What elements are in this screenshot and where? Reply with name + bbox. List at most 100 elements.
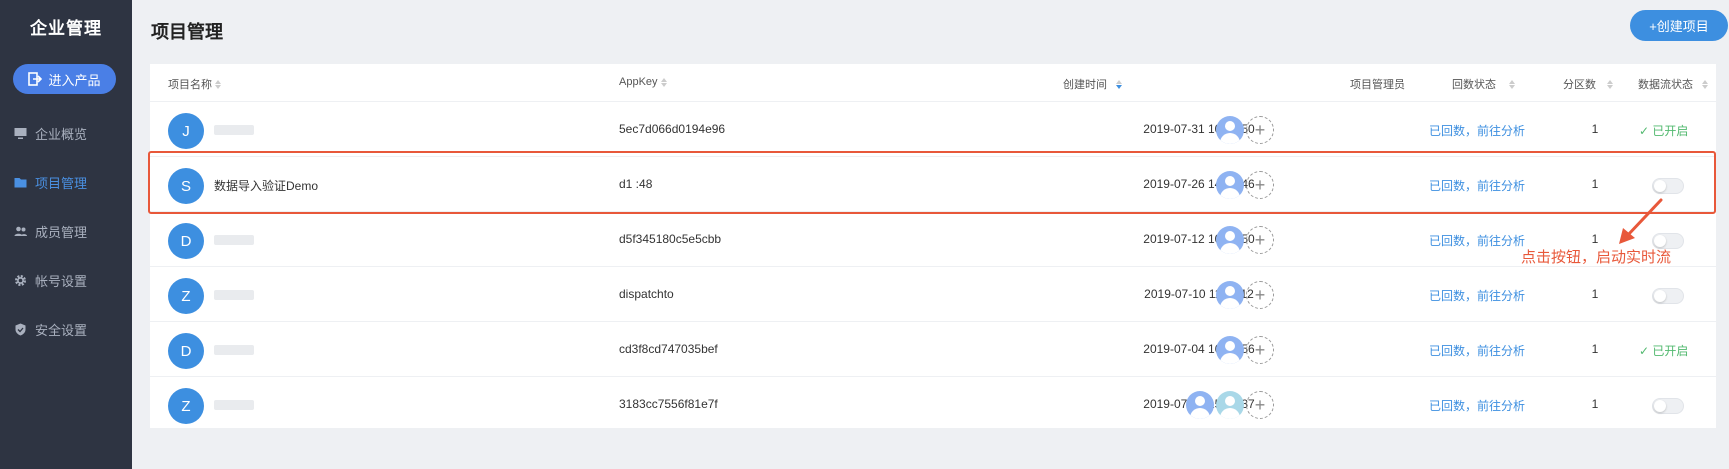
backfill-status-link[interactable]: 已回数: [1429, 344, 1465, 358]
sort-icon: [1509, 79, 1515, 89]
add-manager-icon[interactable]: +: [1246, 116, 1274, 144]
add-manager-icon[interactable]: +: [1246, 336, 1274, 364]
analyze-link[interactable]: 前往分析: [1477, 344, 1525, 358]
backfill-status-link[interactable]: 已回数: [1429, 289, 1465, 303]
sort-icon: [1702, 79, 1708, 89]
annotation-text: 点击按钮，启动实时流: [1521, 249, 1672, 266]
sidebar-item-members[interactable]: 成员管理: [0, 211, 132, 251]
partition-count: 1: [1591, 122, 1599, 136]
table-header: 项目名称 AppKey 创建时间 项目管理员 回数状态 分区数 数据流状态: [150, 64, 1716, 102]
table-row[interactable]: S 数据导入验证Demo d1 :48 2019-07-26 14:10:46 + 已回数…: [150, 157, 1716, 212]
enter-product-label: 进入产品: [48, 72, 101, 88]
column-header-created[interactable]: 创建时间: [1063, 76, 1122, 92]
column-header-name[interactable]: 项目名称: [168, 76, 221, 92]
column-label: 项目名称: [168, 79, 212, 91]
appkey-value: cd3f8cd747035bef: [619, 342, 718, 356]
appkey-value: d1 :48: [619, 177, 653, 191]
partition-count: 1: [1591, 342, 1599, 356]
analyze-link[interactable]: 前往分析: [1477, 234, 1525, 248]
column-header-stream[interactable]: 数据流状态: [1638, 76, 1708, 92]
stream-status-on: ✓ 已开启: [1639, 342, 1688, 359]
manager-avatar[interactable]: [1216, 336, 1244, 364]
add-manager-icon[interactable]: +: [1246, 391, 1274, 419]
column-header-appkey[interactable]: AppKey: [619, 76, 667, 88]
stream-toggle[interactable]: [1652, 178, 1684, 194]
sidebar-item-label: 企业概览: [35, 126, 88, 142]
stream-on-label: 已开启: [1652, 124, 1689, 138]
table-row[interactable]: J 5ec7d066d0194e96 2019-07-31 10:27:50 + 已回数…: [150, 102, 1716, 157]
sidebar-item-security[interactable]: 安全设置: [0, 309, 132, 349]
sidebar-item-overview[interactable]: 企业概览: [0, 113, 132, 153]
backfill-status-link[interactable]: 已回数: [1429, 179, 1465, 193]
project-avatar: S: [168, 168, 204, 204]
table-row[interactable]: Dcd3f8cd747035bef 2019-07-04 16:39:56 + 已回数…: [150, 322, 1716, 377]
folder-icon: [14, 177, 27, 187]
backfill-status: 已回数，前往分析: [1429, 124, 1526, 138]
column-header-partitions[interactable]: 分区数: [1563, 76, 1613, 92]
add-manager-icon[interactable]: +: [1246, 171, 1274, 199]
analyze-link[interactable]: 前往分析: [1477, 399, 1525, 413]
project-avatar: J: [168, 113, 204, 149]
sort-desc-icon: [1116, 79, 1122, 89]
check-icon: ✓: [1639, 124, 1650, 138]
sidebar-item-account[interactable]: 帐号设置: [0, 260, 132, 300]
manager-avatar[interactable]: [1216, 391, 1244, 419]
manager-avatar[interactable]: [1216, 226, 1244, 254]
backfill-status: 已回数，前往分析: [1429, 179, 1526, 193]
create-project-button[interactable]: +创建项目: [1630, 10, 1728, 41]
column-label: 项目管理员: [1350, 79, 1405, 91]
column-label: AppKey: [619, 76, 658, 88]
column-label: 回数状态: [1452, 79, 1496, 91]
stream-toggle[interactable]: [1652, 288, 1684, 304]
stream-toggle[interactable]: [1652, 398, 1684, 414]
check-icon: ✓: [1639, 344, 1650, 358]
column-label: 分区数: [1563, 79, 1596, 91]
partition-count: 1: [1591, 287, 1599, 301]
backfill-status: 已回数，前往分析: [1429, 344, 1526, 358]
project-name-redacted: [214, 287, 254, 301]
sidebar-item-label: 安全设置: [35, 322, 88, 338]
sort-icon: [1607, 79, 1613, 89]
project-name-redacted: [214, 122, 254, 136]
annotation-arrow-icon: [1619, 198, 1663, 244]
project-name[interactable]: 数据导入验证Demo: [214, 177, 318, 194]
manager-avatar[interactable]: [1186, 391, 1214, 419]
manager-avatar[interactable]: [1216, 116, 1244, 144]
projects-table: 项目名称 AppKey 创建时间 项目管理员 回数状态 分区数 数据流状态 J 5…: [150, 64, 1716, 432]
backfill-status-link[interactable]: 已回数: [1429, 124, 1465, 138]
enter-icon: [28, 72, 43, 86]
table-row[interactable]: Z3183cc7556f81e7f2019-07-04 15:15:37+已回数…: [150, 377, 1716, 432]
add-manager-icon[interactable]: +: [1246, 226, 1274, 254]
add-manager-icon[interactable]: +: [1246, 281, 1274, 309]
column-label: 创建时间: [1063, 79, 1107, 91]
project-name-redacted: [214, 232, 254, 246]
monitor-icon: [14, 127, 27, 139]
backfill-status-link[interactable]: 已回数: [1429, 234, 1465, 248]
analyze-link[interactable]: 前往分析: [1477, 124, 1525, 138]
created-time: 2019-07-26 14:10:46: [1143, 177, 1255, 191]
backfill-status: 已回数，前往分析: [1429, 399, 1526, 413]
table-row[interactable]: Dd5f345180c5e5cbb 2019-07-12 10:04:50 + 已回数…: [150, 212, 1716, 267]
column-header-backfill[interactable]: 回数状态: [1452, 76, 1515, 92]
analyze-link[interactable]: 前往分析: [1477, 179, 1525, 193]
analyze-link[interactable]: 前往分析: [1477, 289, 1525, 303]
table-row[interactable]: Zdispatchto 2019-07-10 11:11:12 + 已回数，前往分析 1: [150, 267, 1716, 322]
project-avatar: Z: [168, 278, 204, 314]
backfill-status-link[interactable]: 已回数: [1429, 399, 1465, 413]
brand-title: 企业管理: [30, 19, 102, 38]
stream-status-on: ✓ 已开启: [1639, 122, 1688, 139]
sidebar-item-projects[interactable]: 项目管理: [0, 162, 132, 202]
shield-icon: [15, 323, 26, 335]
created-time: 2019-07-31 10:27:50: [1143, 122, 1255, 136]
appkey-value: dispatchto: [619, 287, 674, 301]
enter-product-button[interactable]: 进入产品: [13, 64, 116, 94]
partition-count: 1: [1591, 397, 1599, 411]
sidebar-item-label: 帐号设置: [35, 273, 88, 289]
backfill-status: 已回数，前往分析: [1429, 234, 1526, 248]
manager-avatar[interactable]: [1216, 281, 1244, 309]
sort-icon: [660, 77, 667, 87]
users-icon: [14, 226, 27, 236]
manager-avatar[interactable]: [1216, 171, 1244, 199]
backfill-status: 已回数，前往分析: [1429, 289, 1526, 303]
created-time: 2019-07-10 11:11:12: [1144, 287, 1254, 301]
